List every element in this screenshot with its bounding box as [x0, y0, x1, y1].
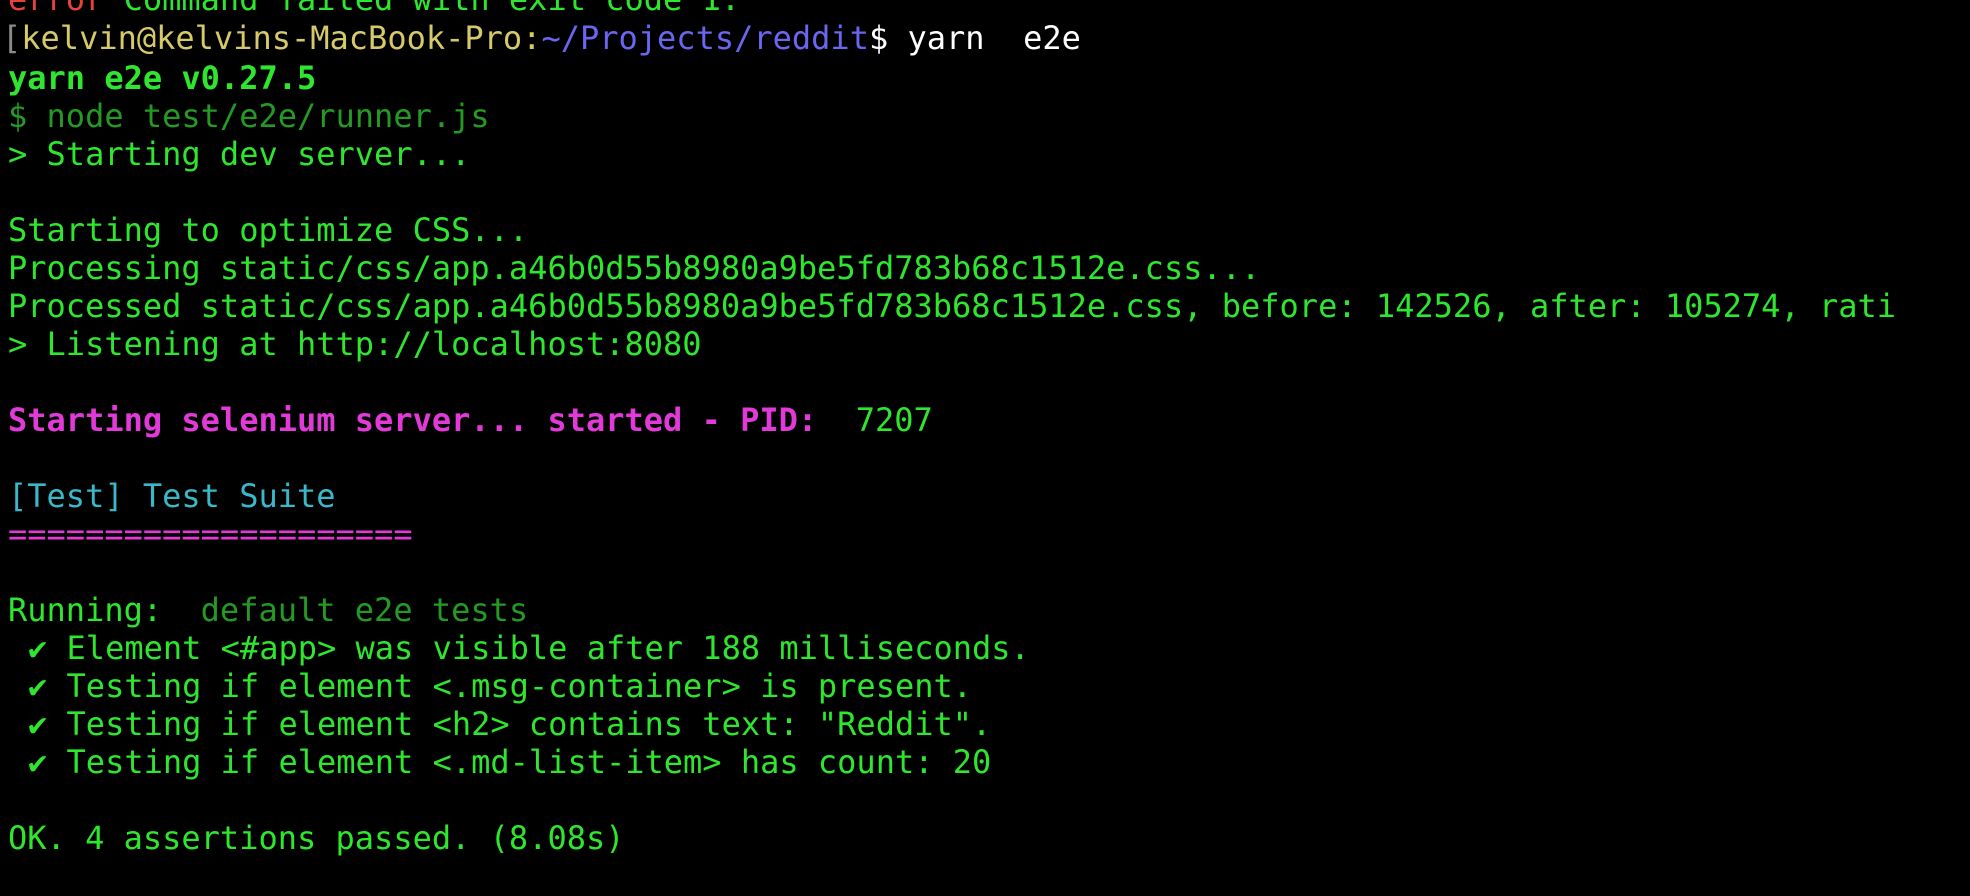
terminal-window[interactable]: error Command failed with exit code 1. […: [0, 0, 1970, 896]
assertion-text: Testing if element <.md-list-item> has c…: [66, 743, 992, 781]
assertion-row: ✔ Element <#app> was visible after 188 m…: [28, 629, 1030, 667]
prompt-user-host: kelvin@kelvins-MacBook-Pro: [21, 19, 523, 57]
check-icon: ✔: [28, 667, 48, 705]
processing-css-line: Processing static/css/app.a46b0d55b8980a…: [8, 249, 1261, 287]
selenium-pid: 7207: [817, 401, 933, 439]
selenium-label: Starting selenium server... started - PI…: [8, 401, 818, 439]
check-icon: ✔: [28, 629, 48, 667]
check-icon: ✔: [28, 705, 48, 743]
running-suite-name: default e2e tests: [162, 591, 529, 629]
assertion-row: ✔ Testing if element <.msg-container> is…: [28, 667, 972, 705]
selenium-line: Starting selenium server... started - PI…: [8, 401, 933, 439]
running-line: Running: default e2e tests: [8, 591, 528, 629]
processed-css-line: Processed static/css/app.a46b0d55b8980a9…: [8, 287, 1897, 325]
optimize-css-line: Starting to optimize CSS...: [8, 211, 529, 249]
summary-line: OK. 4 assertions passed. (8.08s): [8, 819, 625, 857]
error-label: error: [8, 0, 104, 18]
prompt-path: ~/Projects/reddit: [541, 19, 869, 57]
assertion-row: ✔ Testing if element <.md-list-item> has…: [28, 743, 991, 781]
assertion-text: Testing if element <h2> contains text: "…: [66, 705, 992, 743]
check-icon: ✔: [28, 743, 48, 781]
assertion-text: Testing if element <.msg-container> is p…: [66, 667, 973, 705]
starting-dev-server-line: > Starting dev server...: [8, 135, 471, 173]
suite-title: [Test] Test Suite: [8, 477, 336, 515]
shell-prompt-line: [kelvin@kelvins-MacBook-Pro:~/Projects/r…: [2, 19, 1081, 57]
prompt-suffix: $: [868, 19, 908, 57]
listening-line: > Listening at http://localhost:8080: [8, 325, 702, 363]
assertion-row: ✔ Testing if element <h2> contains text:…: [28, 705, 991, 743]
suite-rule: =====================: [8, 515, 413, 553]
yarn-header: yarn e2e v0.27.5: [8, 59, 317, 97]
error-line: error Command failed with exit code 1.: [8, 0, 740, 18]
prompt-colon: :: [522, 19, 542, 57]
run-command-line: $ node test/e2e/runner.js: [8, 97, 490, 135]
error-message: Command failed with exit code 1.: [104, 0, 741, 18]
running-label: Running:: [8, 591, 163, 629]
prompt-bracket: [: [2, 19, 22, 57]
assertion-text: Element <#app> was visible after 188 mil…: [66, 629, 1030, 667]
prompt-command: yarn e2e: [907, 19, 1081, 57]
